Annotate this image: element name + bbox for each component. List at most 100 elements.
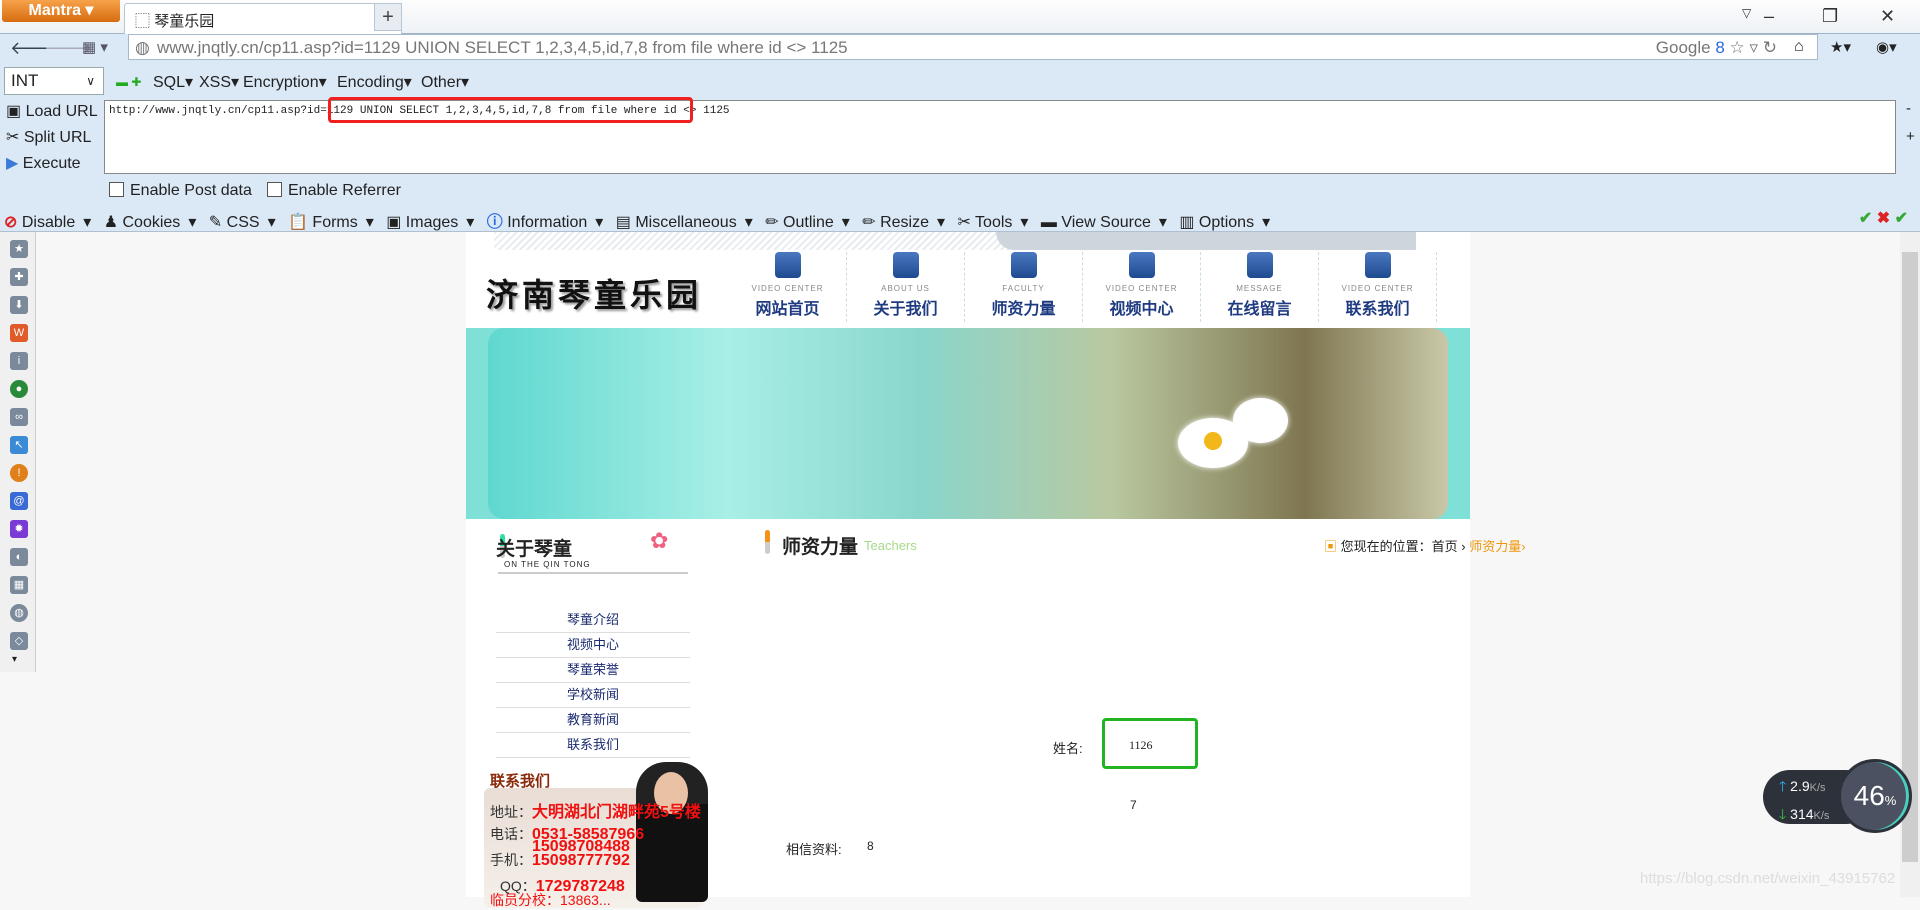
addon-icon[interactable]: ◉▾ xyxy=(1876,38,1897,56)
menu-item[interactable]: 联系我们 xyxy=(496,733,690,758)
title-bar-mark xyxy=(765,530,770,554)
menu-label: XSS xyxy=(199,74,232,91)
execute-button[interactable]: ▶ Execute xyxy=(6,153,81,173)
new-tab-button[interactable]: + xyxy=(374,3,402,31)
tab-list-icon[interactable]: ▽ xyxy=(1742,6,1751,20)
puzzle-icon[interactable]: ✚ xyxy=(10,268,28,286)
menu-item[interactable]: 琴童荣誉 xyxy=(496,658,690,683)
layout-icon[interactable]: ▦ xyxy=(10,576,28,594)
address-bar[interactable]: ◍ www.jnqtly.cn/cp11.asp?id=1129 UNION SE… xyxy=(128,34,1818,60)
menu-item[interactable]: 琴童介绍 xyxy=(496,608,690,633)
split-url-button[interactable]: ✂ Split URL xyxy=(6,127,91,147)
gauge-unit: % xyxy=(1884,793,1897,808)
sidebar-icon[interactable]: ★ xyxy=(10,240,28,258)
zoom-minus[interactable]: - xyxy=(1906,100,1911,117)
breadcrumb-home[interactable]: 首页 xyxy=(1432,539,1458,554)
toolbar-label: Tools xyxy=(975,214,1013,231)
toolbar-disable[interactable]: ⊘ Disable ▾ xyxy=(4,214,91,231)
nav-contact[interactable]: VIDEO CENTER 联系我们 xyxy=(1319,252,1437,322)
ws-icon[interactable]: W xyxy=(10,324,28,342)
nav-message[interactable]: MESSAGE 在线留言 xyxy=(1201,252,1319,322)
load-icon: ▣ xyxy=(6,103,22,120)
menu-encryption[interactable]: Encryption▾ xyxy=(243,72,327,92)
nav-en: MESSAGE xyxy=(1236,284,1283,293)
nav-en: VIDEO CENTER xyxy=(1105,284,1178,293)
menu-encoding[interactable]: Encoding▾ xyxy=(337,72,412,92)
arrow-down-icon: 🡓 xyxy=(1779,806,1787,822)
nav-home[interactable]: VIDEO CENTER 网站首页 xyxy=(729,252,847,322)
link-icon[interactable]: ∞ xyxy=(10,408,28,426)
toolbar-view-source[interactable]: ▬ View Source ▾ xyxy=(1041,214,1167,231)
menu-sql[interactable]: SQL▾ xyxy=(153,72,193,92)
load-url-button[interactable]: ▣ Load URL xyxy=(6,101,98,121)
toolbar-information[interactable]: ⓘ Information ▾ xyxy=(487,214,604,231)
toolbar-resize[interactable]: ✏ Resize ▾ xyxy=(862,214,945,231)
search-engine[interactable]: Google 8 ☆ ▿ ↻ xyxy=(1656,38,1777,58)
zoom-plus[interactable]: + xyxy=(1906,128,1915,145)
toolbar-css[interactable]: ✎ CSS ▾ xyxy=(209,214,276,231)
eraser-icon[interactable]: ◇ xyxy=(10,632,28,650)
gauge-value: 46 xyxy=(1853,780,1885,811)
disc-icon xyxy=(774,252,801,278)
spiral-icon[interactable]: @ xyxy=(10,492,28,510)
plus-minus-icon[interactable]: ▬ ✚ xyxy=(116,75,141,89)
toolbar-images[interactable]: ▣ Images ▾ xyxy=(386,214,474,231)
tab-active[interactable]: ⬚ 琴童乐园x xyxy=(124,3,402,34)
toolbar-label: Forms xyxy=(312,214,358,231)
nav-cn: 师资力量 xyxy=(991,301,1056,318)
toolbar-label: Outline xyxy=(783,214,834,231)
palette-icon[interactable]: ◐ xyxy=(10,548,28,566)
name-value: 1126 xyxy=(1129,738,1153,752)
toolbar-cookies[interactable]: ♟ Cookies ▾ xyxy=(104,214,197,231)
document-icon xyxy=(892,252,919,278)
menu-xss[interactable]: XSS▾ xyxy=(199,72,239,92)
breadcrumb-current[interactable]: 师资力量› xyxy=(1469,539,1525,554)
minimize-button[interactable]: – xyxy=(1764,6,1774,27)
cursor-icon[interactable]: ↖ xyxy=(10,436,28,454)
flower-icon: ✿ xyxy=(650,528,669,553)
gear-icon[interactable]: ✹ xyxy=(10,520,28,538)
toolbar-options[interactable]: ▥ Options ▾ xyxy=(1179,214,1270,231)
field-7-value: 7 xyxy=(1130,798,1137,812)
button-label: Split URL xyxy=(23,129,92,146)
type-select[interactable]: INT ∨ xyxy=(4,67,104,95)
enable-post-checkbox[interactable]: Enable Post data xyxy=(109,182,252,200)
nav-video[interactable]: VIDEO CENTER 视频中心 xyxy=(1083,252,1201,322)
globe-icon[interactable]: ● xyxy=(10,380,28,398)
menu-item[interactable]: 教育新闻 xyxy=(496,708,690,733)
toolbar-outline[interactable]: ✏ Outline ▾ xyxy=(765,214,850,231)
enable-referrer-checkbox[interactable]: Enable Referrer xyxy=(267,182,401,200)
memory-gauge[interactable]: 46% xyxy=(1838,759,1912,833)
menu-other[interactable]: Other▾ xyxy=(421,72,469,92)
toolbar-forms[interactable]: 📋 Forms ▾ xyxy=(288,214,374,231)
nav-about[interactable]: ABOUT US 关于我们 xyxy=(847,252,965,322)
mantra-menu-button[interactable]: Mantra ▾ xyxy=(2,0,120,22)
contact-address: 地址：大明湖北门湖畔苑5号楼 xyxy=(490,804,701,821)
web-developer-toolbar: ⊘ Disable ▾ ♟ Cookies ▾ ✎ CSS ▾ 📋 Forms ▾ ▣ … xyxy=(0,206,1920,232)
bookmarks-icon[interactable]: ★▾ xyxy=(1830,38,1851,56)
grid-icon[interactable]: ▦ ▾ xyxy=(82,38,108,56)
google-icon: 8 xyxy=(1715,38,1725,57)
checkbox-label: Enable Post data xyxy=(130,182,252,199)
page-icon: ⬚ xyxy=(135,13,151,30)
checkbox-label: Enable Referrer xyxy=(288,182,401,199)
info-icon[interactable]: i xyxy=(10,352,28,370)
contact-branch: 临员分校：13863... xyxy=(490,892,611,908)
nav-cn: 网站首页 xyxy=(755,301,820,318)
nav-en: VIDEO CENTER xyxy=(1341,284,1414,293)
menu-item[interactable]: 学校新闻 xyxy=(496,683,690,708)
world-icon[interactable]: ◍ xyxy=(10,604,28,622)
home-icon[interactable]: ⌂ xyxy=(1794,38,1804,56)
toolbar-miscellaneous[interactable]: ▤ Miscellaneous ▾ xyxy=(616,214,753,231)
nav-cn: 联系我们 xyxy=(1345,301,1410,318)
menu-item[interactable]: 视频中心 xyxy=(496,633,690,658)
toolbar-tools[interactable]: ✂ Tools ▾ xyxy=(957,214,1028,231)
nav-cn: 视频中心 xyxy=(1109,301,1174,318)
nav-faculty[interactable]: FACULTY 师资力量 xyxy=(965,252,1083,322)
download-icon[interactable]: ⬇ xyxy=(10,296,28,314)
more-icon[interactable]: ▾ xyxy=(12,654,17,665)
restore-button[interactable]: ❐ xyxy=(1822,6,1838,27)
close-window-button[interactable]: ✕ xyxy=(1880,6,1895,27)
firebug-icon[interactable]: ! xyxy=(10,464,28,482)
scrollbar-thumb[interactable] xyxy=(1902,252,1918,862)
